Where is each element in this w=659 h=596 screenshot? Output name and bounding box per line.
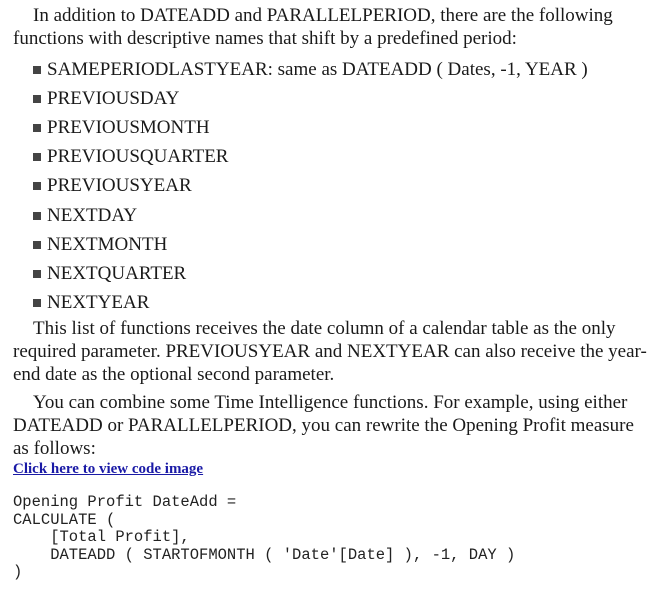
square-bullet-icon [33, 211, 41, 220]
square-bullet-icon [33, 240, 41, 249]
list-item-label: PREVIOUSDAY [47, 87, 180, 109]
list-item: PREVIOUSYEAR [33, 172, 588, 201]
list-item: PREVIOUSMONTH [33, 113, 588, 142]
combine-paragraph: You can combine some Time Intelligence f… [13, 391, 653, 460]
square-bullet-icon [33, 299, 41, 308]
list-item-label: PREVIOUSQUARTER [47, 146, 229, 168]
list-item: NEXTDAY [33, 201, 588, 230]
square-bullet-icon [33, 153, 41, 162]
code-block: Opening Profit DateAdd = CALCULATE ( [To… [13, 493, 516, 582]
list-item: NEXTMONTH [33, 230, 588, 259]
square-bullet-icon [33, 123, 41, 132]
list-item-label: PREVIOUSMONTH [47, 116, 210, 138]
intro-text: In addition to DATEADD and PARALLELPERIO… [13, 5, 613, 49]
view-code-image-link[interactable]: Click here to view code image [13, 461, 203, 478]
list-item-label: NEXTDAY [47, 204, 138, 226]
list-item-label: SAMEPERIODLASTYEAR: same as DATEADD ( Da… [47, 58, 588, 80]
document-page: In addition to DATEADD and PARALLELPERIO… [0, 0, 659, 596]
square-bullet-icon [33, 65, 41, 74]
list-item: PREVIOUSDAY [33, 84, 588, 113]
list-item-label: NEXTMONTH [47, 233, 168, 255]
square-bullet-icon [33, 182, 41, 191]
square-bullet-icon [33, 94, 41, 103]
square-bullet-icon [33, 269, 41, 278]
list-item: NEXTYEAR [33, 289, 588, 318]
list-item-label: NEXTQUARTER [47, 262, 187, 284]
intro-paragraph: In addition to DATEADD and PARALLELPERIO… [13, 4, 653, 50]
combine-text: You can combine some Time Intelligence f… [13, 392, 634, 459]
function-list: SAMEPERIODLASTYEAR: same as DATEADD ( Da… [33, 55, 588, 318]
parameters-paragraph: This list of functions receives the date… [13, 317, 653, 386]
list-item-label: NEXTYEAR [47, 292, 150, 314]
list-item-label: PREVIOUSYEAR [47, 175, 192, 197]
list-item: SAMEPERIODLASTYEAR: same as DATEADD ( Da… [33, 55, 588, 84]
list-item: PREVIOUSQUARTER [33, 143, 588, 172]
parameters-text: This list of functions receives the date… [13, 318, 647, 385]
list-item: NEXTQUARTER [33, 259, 588, 288]
